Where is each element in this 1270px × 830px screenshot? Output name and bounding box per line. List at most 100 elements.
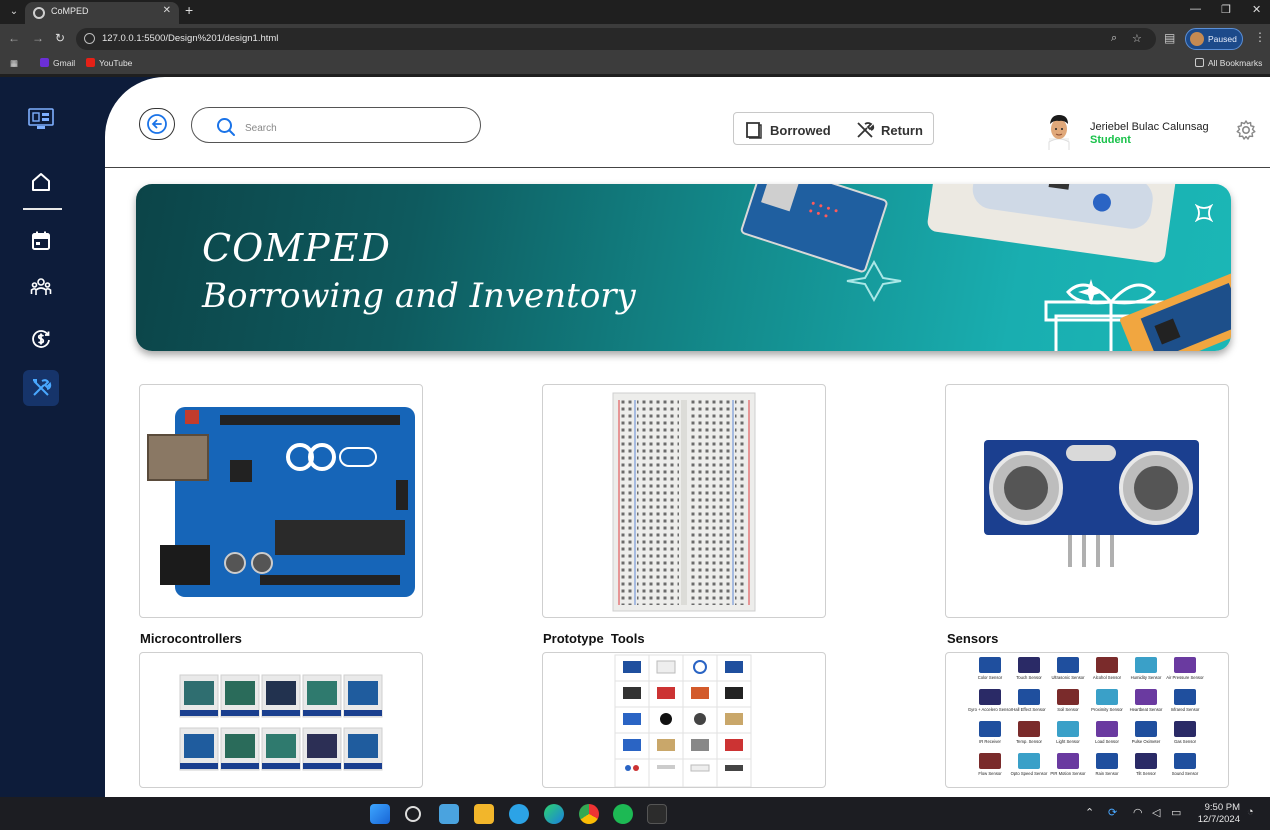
banner-subtitle: Borrowing and Inventory bbox=[202, 276, 636, 316]
taskbar-clock[interactable]: 9:50 PM 12/7/2024 bbox=[1192, 802, 1240, 826]
sensor-thumb-label: Light Sensor bbox=[1056, 739, 1080, 744]
menu-kebab-icon[interactable]: ⋮ bbox=[1254, 30, 1266, 44]
sensors-card[interactable] bbox=[945, 384, 1229, 618]
close-tab-icon[interactable]: ✕ bbox=[163, 5, 171, 16]
site-info-icon[interactable] bbox=[84, 33, 95, 44]
gear-icon[interactable] bbox=[1235, 119, 1257, 141]
calendar-icon[interactable] bbox=[23, 223, 59, 259]
avatar[interactable] bbox=[1045, 112, 1073, 150]
banner-title: COMPED bbox=[202, 226, 391, 270]
home-icon[interactable] bbox=[23, 164, 59, 200]
return-button[interactable]: Return bbox=[855, 120, 923, 140]
spotify-icon[interactable] bbox=[613, 804, 633, 824]
zoom-icon[interactable]: ⌕ bbox=[1111, 32, 1117, 45]
sidebar bbox=[0, 77, 105, 797]
back-button[interactable] bbox=[139, 108, 175, 140]
app-logo-icon[interactable] bbox=[23, 101, 59, 137]
sensor-thumb-label: Touch Sensor bbox=[1016, 675, 1042, 680]
sensor-thumb bbox=[979, 657, 1001, 673]
sensor-thumb-label: Tilt Sensor bbox=[1136, 771, 1156, 776]
sensor-thumb bbox=[979, 753, 1001, 769]
category-label-sensors[interactable]: Sensors bbox=[947, 631, 998, 646]
battery-icon[interactable]: ▭ bbox=[1171, 806, 1181, 819]
edge-icon[interactable] bbox=[544, 804, 564, 824]
sensor-thumb-label: Heartbeat Sensor bbox=[1130, 707, 1163, 712]
browser-tabstrip: ⌄ CoMPED ✕ + — ❐ ✕ bbox=[0, 0, 1270, 24]
minimize-icon[interactable]: — bbox=[1190, 3, 1201, 15]
microcontroller-boards-card[interactable] bbox=[139, 652, 423, 788]
sensor-thumb bbox=[1174, 753, 1196, 769]
sensor-thumb-label: Color Sensor bbox=[978, 675, 1003, 680]
sensor-thumb-label: PIR Motion Sensor bbox=[1050, 771, 1086, 776]
address-bar[interactable]: 127.0.0.1:5500/Design%201/design1.html ⌕… bbox=[76, 28, 1156, 50]
borrowed-button[interactable]: Borrowed bbox=[744, 120, 831, 140]
microcontroller-boards-image bbox=[179, 674, 383, 771]
folder-icon bbox=[1195, 58, 1204, 67]
return-label: Return bbox=[881, 122, 923, 138]
prototype-tools-card[interactable] bbox=[542, 384, 826, 618]
bookmark-gmail[interactable]: Gmail bbox=[40, 58, 75, 68]
chrome-icon[interactable] bbox=[579, 804, 599, 824]
sensor-thumb bbox=[1057, 657, 1079, 673]
bookmark-star-icon[interactable]: ☆ bbox=[1132, 32, 1142, 45]
close-window-icon[interactable]: ✕ bbox=[1252, 3, 1261, 16]
ultrasonic-sensor-image bbox=[984, 440, 1199, 567]
sensor-thumb-label: Gyro + Accelero Sensor bbox=[968, 707, 1013, 712]
restore-icon[interactable]: ❐ bbox=[1221, 3, 1231, 16]
sensor-thumb bbox=[1018, 657, 1040, 673]
arrow-left-icon bbox=[147, 114, 167, 134]
back-nav-icon[interactable]: ← bbox=[8, 31, 20, 45]
sensor-thumb-label: Alcohol Sensor bbox=[1093, 675, 1122, 680]
file-explorer-icon[interactable] bbox=[474, 804, 494, 824]
category-label-prototype-tools[interactable]: Prototype Tools bbox=[543, 631, 645, 646]
category-label-microcontrollers[interactable]: Microcontrollers bbox=[140, 631, 242, 646]
wifi-icon[interactable]: ◠ bbox=[1133, 806, 1143, 819]
browser-tab[interactable]: CoMPED ✕ bbox=[25, 2, 179, 24]
taskbar-search-icon[interactable] bbox=[405, 806, 421, 822]
extensions-icon[interactable]: ▤ bbox=[1164, 31, 1175, 45]
sensor-thumb-label: Flow Sensor bbox=[978, 771, 1002, 776]
profile-button[interactable]: Paused bbox=[1185, 28, 1243, 50]
prototype-components-image bbox=[614, 654, 752, 787]
microcontrollers-card[interactable] bbox=[139, 384, 423, 618]
all-bookmarks[interactable]: All Bookmarks bbox=[1195, 58, 1262, 68]
clock-time: 9:50 PM bbox=[1204, 802, 1240, 813]
windows-start-icon[interactable] bbox=[370, 804, 390, 824]
bookmark-youtube[interactable]: YouTube bbox=[86, 58, 132, 68]
search-input[interactable]: Search bbox=[191, 107, 481, 143]
forward-nav-icon[interactable]: → bbox=[32, 31, 44, 45]
os-taskbar: ⌃ ⟳ ◠ ◁ ▭ 9:50 PM 12/7/2024 ◔ bbox=[0, 797, 1270, 830]
sensor-thumb-label: Ultrasonic Sensor bbox=[1051, 675, 1085, 680]
sensor-thumb bbox=[1135, 753, 1157, 769]
expand-icon[interactable] bbox=[1195, 204, 1213, 222]
volume-icon[interactable]: ◁ bbox=[1152, 806, 1160, 819]
sensor-thumb-label: Air Pressure Sensor bbox=[1166, 675, 1204, 680]
sensor-thumb-label: Hall Effect Sensor bbox=[1012, 707, 1046, 712]
hero-banner: COMPED Borrowing and Inventory bbox=[136, 184, 1231, 351]
breadboard-image bbox=[612, 392, 756, 612]
sensor-thumb-label: Opto Speed Sensor bbox=[1011, 771, 1048, 776]
sensor-collection-card[interactable]: Color Sensor Touch Sensor Ultrasonic Senso… bbox=[945, 652, 1229, 788]
sensor-thumb bbox=[1174, 657, 1196, 673]
search-placeholder: Search bbox=[245, 123, 277, 134]
banner-illustration bbox=[740, 184, 1231, 351]
prototype-components-card[interactable] bbox=[542, 652, 826, 788]
figma-icon[interactable] bbox=[647, 804, 667, 824]
sensor-thumb bbox=[1135, 689, 1157, 705]
store-icon[interactable] bbox=[439, 804, 459, 824]
weather-icon[interactable] bbox=[509, 804, 529, 824]
borrowed-label: Borrowed bbox=[770, 122, 831, 138]
notification-bell-icon[interactable]: ◔ bbox=[1247, 806, 1254, 818]
sensor-thumb bbox=[1057, 721, 1079, 737]
tray-chevron-icon[interactable]: ⌃ bbox=[1085, 806, 1094, 819]
tab-search-icon[interactable]: ⌄ bbox=[6, 4, 22, 20]
users-icon[interactable] bbox=[23, 269, 59, 305]
tools-icon[interactable] bbox=[23, 370, 59, 406]
apps-grid-icon[interactable]: ▦ bbox=[10, 58, 18, 69]
sensor-thumb-label: Load Sensor bbox=[1095, 739, 1119, 744]
dollar-refresh-icon[interactable] bbox=[23, 321, 59, 357]
reload-icon[interactable]: ↻ bbox=[55, 31, 65, 45]
new-tab-icon[interactable]: + bbox=[185, 2, 193, 18]
sensor-collection-image: Color Sensor Touch Sensor Ultrasonic Senso… bbox=[968, 657, 1204, 776]
sync-icon[interactable]: ⟳ bbox=[1108, 806, 1117, 819]
